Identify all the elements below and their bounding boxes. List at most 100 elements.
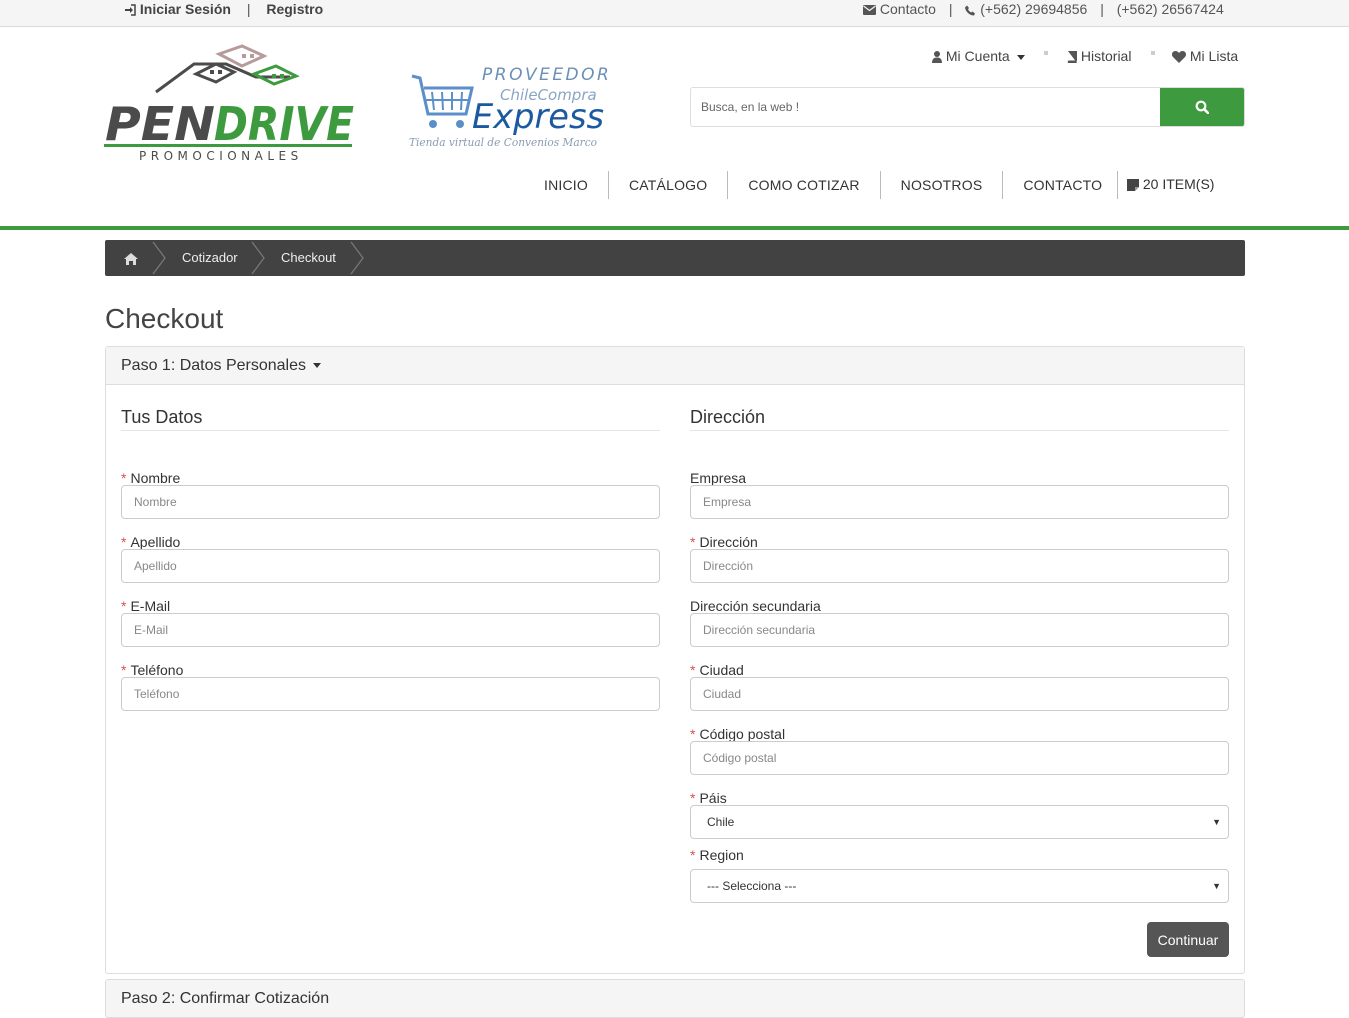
region-select-value: --- Selecciona --- — [707, 879, 797, 893]
step2-title: Paso 2: Confirmar Cotización — [121, 990, 330, 1007]
nav-item-inicio[interactable]: INICIO — [524, 171, 609, 199]
postcode-input[interactable] — [690, 741, 1229, 775]
step1-title: Paso 1: Datos Personales — [121, 357, 306, 374]
my-account-dropdown[interactable]: Mi Cuenta — [932, 48, 1025, 64]
caret-down-icon — [313, 363, 322, 369]
region-label-text: Region — [699, 847, 744, 863]
address-input[interactable] — [690, 549, 1229, 583]
breadcrumb-home[interactable] — [124, 240, 138, 276]
address-label: * Dirección — [690, 534, 758, 550]
search-bar — [690, 87, 1245, 127]
breadcrumb-item-checkout[interactable]: Checkout — [281, 240, 336, 276]
address-legend: Dirección — [690, 393, 1229, 431]
cart-count-label: 20 ITEM(S) — [1142, 176, 1215, 192]
page-title: Checkout — [105, 303, 224, 334]
nav-item-contacto[interactable]: CONTACTO — [1003, 171, 1122, 199]
top-strip-left: Iniciar Sesión | Registro — [124, 1, 323, 17]
region-select[interactable]: --- Selecciona --- ▼ — [690, 869, 1229, 903]
first-name-label: * Nombre — [121, 470, 180, 486]
country-label-text: Páis — [699, 790, 727, 806]
history-link[interactable]: Historial — [1066, 48, 1131, 64]
home-icon — [124, 252, 138, 265]
address2-input[interactable] — [690, 613, 1229, 647]
search-input[interactable] — [691, 88, 1161, 126]
postcode-label-text: Código postal — [699, 726, 786, 742]
login-link[interactable]: Iniciar Sesión — [124, 1, 231, 17]
topbar-separator: | — [948, 1, 953, 17]
pendrive-logo-graphic: PEN DRIVE PROMOCIONALES — [104, 44, 354, 163]
company-label: Empresa — [690, 470, 747, 486]
country-select-value: Chile — [707, 815, 735, 829]
required-mark: * — [690, 790, 696, 806]
envelope-icon — [863, 5, 876, 16]
search-button[interactable] — [1160, 88, 1244, 126]
step1-panel: Paso 1: Datos Personales Tus Datos * Nomb… — [105, 346, 1245, 974]
city-input[interactable] — [690, 677, 1229, 711]
topbar-separator: | — [1100, 1, 1104, 17]
cart-link[interactable]: 20 ITEM(S) — [1117, 171, 1214, 199]
region-label: * Region — [690, 847, 744, 863]
step2-header[interactable]: Paso 2: Confirmar Cotización — [105, 979, 1245, 1018]
sign-in-icon — [125, 4, 136, 17]
wishlist-label: Mi Lista — [1189, 48, 1239, 64]
chilecompra-logo[interactable]: PROVEEDOR ChileCompra Express Tienda vir… — [406, 62, 616, 152]
required-mark: * — [121, 662, 127, 678]
cart-note-icon — [1127, 179, 1139, 192]
search-icon — [1195, 100, 1209, 114]
address2-label: Dirección secundaria — [690, 598, 821, 614]
address-label-text: Dirección — [699, 534, 758, 550]
required-mark: * — [690, 662, 696, 678]
partner-line3: Express — [472, 97, 604, 137]
login-link-label: Iniciar Sesión — [139, 1, 231, 17]
book-icon — [1067, 51, 1077, 64]
nav-item-como-cotizar[interactable]: COMO COTIZAR — [728, 171, 881, 199]
phone-label: * Teléfono — [121, 662, 183, 678]
history-label: Historial — [1080, 48, 1132, 64]
email-label-text: E-Mail — [130, 598, 171, 614]
user-icon — [932, 51, 942, 64]
required-mark: * — [690, 534, 696, 550]
phone-icon — [965, 5, 976, 16]
wishlist-link[interactable]: Mi Lista — [1172, 48, 1238, 64]
contact-link[interactable]: Contacto — [863, 1, 936, 17]
phone-1: (+562) 29694856 — [965, 1, 1087, 17]
first-name-input[interactable] — [121, 485, 660, 519]
heart-icon — [1172, 51, 1186, 64]
select-arrow-icon: ▼ — [1212, 817, 1221, 827]
country-select[interactable]: Chile ▼ — [690, 805, 1229, 839]
address-section: Dirección Empresa *Dirección Dirección s… — [690, 393, 1229, 913]
required-mark: * — [121, 598, 127, 614]
personal-data-legend: Tus Datos — [121, 393, 660, 431]
country-label: * Páis — [690, 790, 727, 806]
chilecompra-logo-graphic: PROVEEDOR ChileCompra Express Tienda vir… — [409, 65, 611, 149]
continue-button[interactable]: Continuar — [1147, 922, 1229, 957]
last-name-label-text: Apellido — [130, 534, 181, 550]
logo-subtitle: PROMOCIONALES — [139, 149, 303, 163]
register-link[interactable]: Registro — [266, 1, 323, 17]
breadcrumb-chevron-icon — [152, 241, 166, 275]
postcode-label: * Código postal — [690, 726, 785, 742]
my-account-label: Mi Cuenta — [945, 48, 1010, 64]
partner-line1: PROVEEDOR — [482, 65, 611, 85]
company-input[interactable] — [690, 485, 1229, 519]
site-logo[interactable]: PEN DRIVE PROMOCIONALES — [104, 44, 356, 164]
topbar-separator: | — [246, 1, 251, 17]
email-input[interactable] — [121, 613, 660, 647]
breadcrumb: Cotizador Checkout — [105, 240, 1245, 276]
select-arrow-icon: ▼ — [1212, 881, 1221, 891]
city-label: * Ciudad — [690, 662, 744, 678]
required-mark: * — [690, 726, 696, 742]
phone-input[interactable] — [121, 677, 660, 711]
breadcrumb-item-cotizador[interactable]: Cotizador — [182, 240, 238, 276]
last-name-input[interactable] — [121, 549, 660, 583]
required-mark: * — [121, 470, 127, 486]
personal-data-section: Tus Datos *Nombre *Apellido *E-Mail *Tel… — [121, 393, 660, 723]
partner-tagline: Tienda virtual de Convenios Marco — [409, 136, 597, 149]
nav-item-catalogo[interactable]: CATÁLOGO — [609, 171, 729, 199]
contact-link-label: Contacto — [879, 1, 936, 17]
phone-2: (+562) 26567424 — [1116, 1, 1224, 17]
step1-header[interactable]: Paso 1: Datos Personales — [106, 347, 1244, 385]
header-divider — [0, 226, 1349, 230]
breadcrumb-chevron-icon — [251, 241, 265, 275]
nav-item-nosotros[interactable]: NOSOTROS — [881, 171, 1004, 199]
